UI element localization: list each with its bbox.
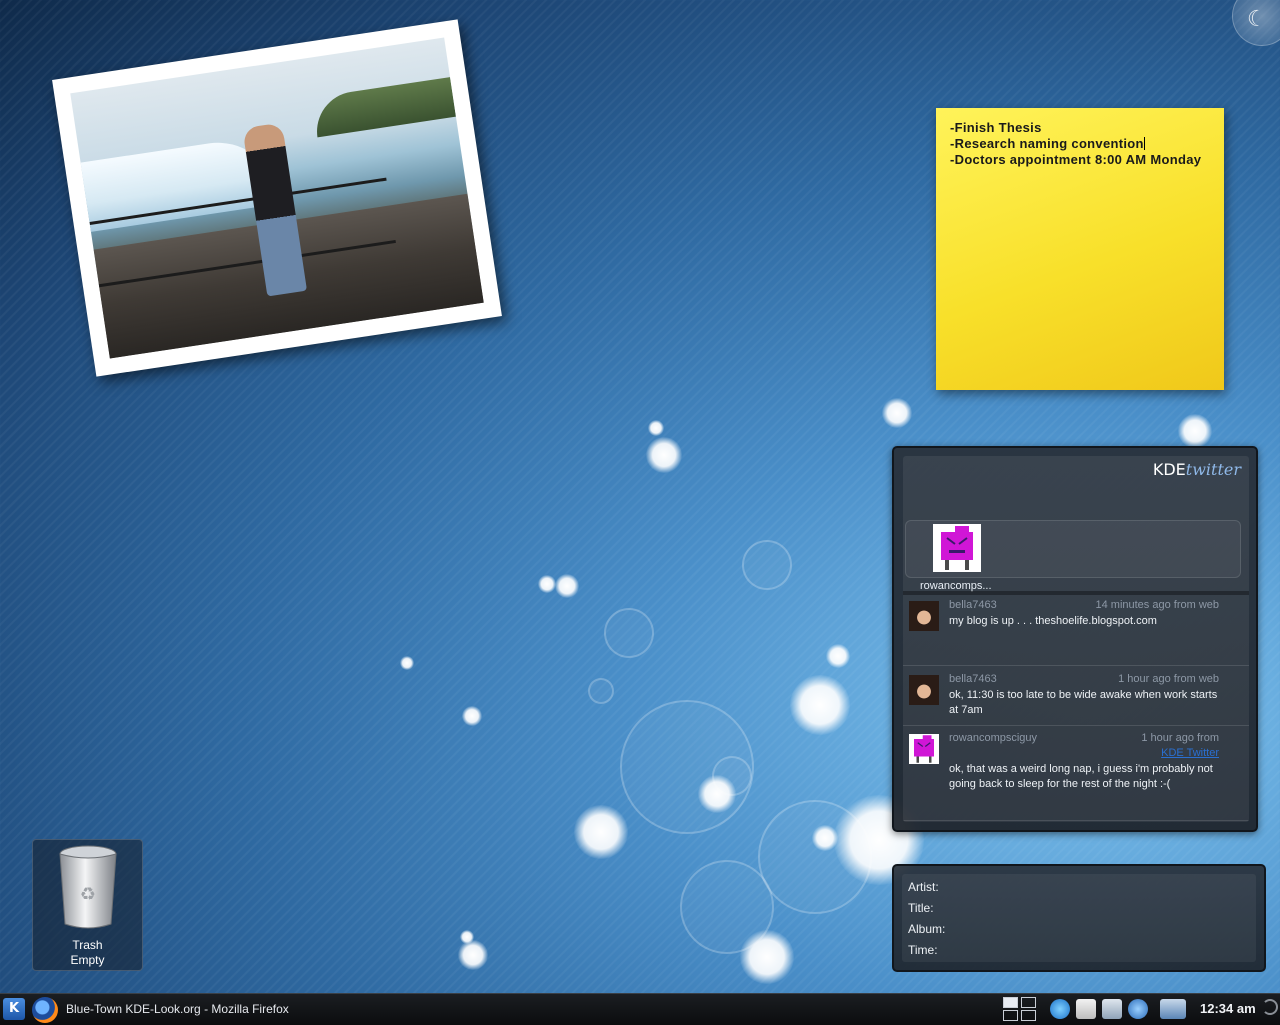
task-firefox[interactable]: Blue-Town KDE-Look.org - Mozilla Firefox bbox=[30, 996, 550, 1023]
tweet-meta: 14 minutes ago from web bbox=[1095, 599, 1219, 611]
network-icon[interactable] bbox=[1102, 999, 1122, 1019]
bokeh-ring bbox=[680, 860, 774, 954]
text-caret bbox=[1143, 137, 1145, 150]
kde-menu-button[interactable]: K bbox=[3, 998, 25, 1020]
note-line[interactable]: -Finish Thesis bbox=[950, 120, 1210, 136]
trash-widget[interactable]: ♻ Trash Empty bbox=[32, 839, 143, 971]
tweet-source-link[interactable]: KDE Twitter bbox=[1161, 747, 1219, 759]
bokeh-ring bbox=[758, 800, 872, 914]
tweet-item: bella7463 14 minutes ago from web my blo… bbox=[903, 595, 1249, 666]
tweet-text: ok, 11:30 is too late to be wide awake w… bbox=[949, 689, 1218, 716]
avatar bbox=[909, 601, 939, 631]
tweet-item: rowancompsciguy 1 hour ago from KDE Twit… bbox=[903, 728, 1249, 821]
trash-icon: ♻ bbox=[57, 844, 119, 930]
firefox-icon bbox=[32, 997, 58, 1023]
avatar bbox=[909, 675, 939, 705]
pager-desktop-4[interactable] bbox=[1021, 1010, 1036, 1021]
tweet-text: my blog is up . . . theshoelife.blogspot… bbox=[949, 615, 1157, 627]
time-label: Time: bbox=[908, 943, 938, 957]
title-label: Title: bbox=[908, 901, 934, 915]
bokeh-bubble bbox=[790, 675, 850, 735]
bokeh-ring bbox=[588, 678, 614, 704]
svg-text:♻: ♻ bbox=[80, 884, 96, 905]
bokeh-ring bbox=[742, 540, 792, 590]
tweet-meta: 1 hour ago from bbox=[1141, 732, 1219, 744]
desktop-pager[interactable] bbox=[1003, 996, 1039, 1023]
trash-label: Trash Empty bbox=[70, 938, 105, 967]
bokeh-bubble bbox=[882, 398, 912, 428]
pager-desktop-2[interactable] bbox=[1021, 997, 1036, 1008]
clipboard-icon[interactable] bbox=[1076, 999, 1096, 1019]
panel-toolbox-icon[interactable] bbox=[1262, 999, 1278, 1015]
bokeh-bubble bbox=[462, 706, 482, 726]
tweet-user[interactable]: bella7463 bbox=[949, 599, 997, 611]
framed-photo bbox=[70, 37, 484, 359]
updater-icon[interactable] bbox=[1128, 999, 1148, 1019]
tweet-user[interactable]: rowancompsciguy bbox=[949, 732, 1037, 744]
album-label: Album: bbox=[908, 922, 946, 936]
twitter-widget: KDEtwitter rowancomps... bella7463 14 mi… bbox=[892, 446, 1258, 832]
artist-label: Artist: bbox=[908, 880, 939, 894]
now-playing-widget: Artist: Title: Album: Time: bbox=[892, 864, 1266, 972]
desktop-toolbox-icon[interactable]: ☾ bbox=[1232, 0, 1280, 46]
bokeh-bubble bbox=[826, 644, 850, 668]
task-label: Blue-Town KDE-Look.org - Mozilla Firefox bbox=[66, 1002, 289, 1016]
note-line-with-caret[interactable]: -Research naming convention bbox=[950, 136, 1210, 152]
bokeh-bubble bbox=[646, 437, 682, 473]
tweet-meta: 1 hour ago from web bbox=[1118, 673, 1219, 685]
bokeh-bubble bbox=[400, 656, 414, 670]
bokeh-bubble bbox=[458, 940, 488, 970]
tweet-item: bella7463 1 hour ago from web ok, 11:30 … bbox=[903, 669, 1249, 726]
clock[interactable]: 12:34 am bbox=[1200, 1001, 1256, 1016]
sticky-note-widget[interactable]: -Finish Thesis -Research naming conventi… bbox=[936, 108, 1224, 390]
pager-desktop-1[interactable] bbox=[1003, 997, 1018, 1008]
bokeh-bubble bbox=[1178, 414, 1212, 448]
show-desktop-icon[interactable] bbox=[1160, 999, 1186, 1019]
bokeh-bubble bbox=[574, 805, 628, 859]
bokeh-bubble bbox=[648, 420, 664, 436]
twitter-logo: KDEtwitter bbox=[1152, 460, 1241, 479]
chat-icon[interactable] bbox=[1050, 999, 1070, 1019]
bokeh-bubble bbox=[460, 930, 474, 944]
avatar bbox=[909, 734, 939, 764]
tweet-user[interactable]: bella7463 bbox=[949, 673, 997, 685]
bokeh-ring bbox=[712, 756, 752, 796]
taskbar: K Blue-Town KDE-Look.org - Mozilla Firef… bbox=[0, 993, 1280, 1025]
note-line[interactable]: -Doctors appointment 8:00 AM Monday bbox=[950, 152, 1210, 168]
bokeh-bubble bbox=[555, 574, 579, 598]
user-avatar bbox=[933, 524, 981, 572]
bokeh-ring bbox=[604, 608, 654, 658]
pager-desktop-3[interactable] bbox=[1003, 1010, 1018, 1021]
tweet-text: ok, that was a weird long nap, i guess i… bbox=[949, 763, 1213, 790]
picture-frame-widget[interactable] bbox=[52, 19, 502, 377]
bokeh-bubble bbox=[538, 575, 556, 593]
